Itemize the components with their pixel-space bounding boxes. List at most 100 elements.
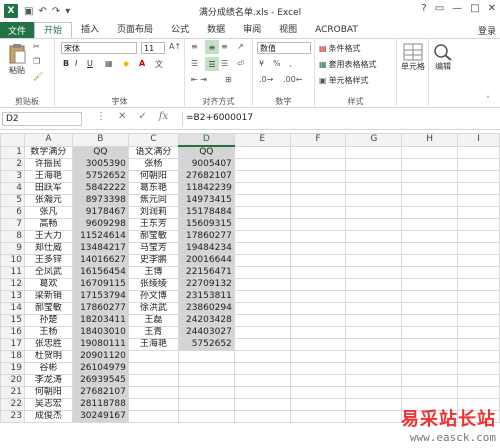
cell[interactable] xyxy=(233,374,291,387)
cell[interactable] xyxy=(289,338,347,351)
cell[interactable]: 20901120 xyxy=(71,350,129,363)
cell[interactable]: 王大力 xyxy=(23,230,73,243)
cell[interactable]: 王青 xyxy=(127,326,179,339)
cell[interactable] xyxy=(127,374,179,387)
copy-icon[interactable]: ❐ xyxy=(33,57,40,66)
cell[interactable]: 27682107 xyxy=(177,170,235,183)
editing-button[interactable]: 编辑 xyxy=(433,43,453,72)
cell[interactable]: 数学满分 xyxy=(23,145,73,159)
cell[interactable]: 张绫绫 xyxy=(127,278,179,291)
collapse-ribbon-icon[interactable]: ˄ xyxy=(486,95,490,104)
cell[interactable]: 5752652 xyxy=(71,170,129,183)
cell[interactable] xyxy=(233,386,291,399)
cell[interactable]: 王多锌 xyxy=(23,254,73,267)
cell[interactable] xyxy=(127,398,179,411)
cell[interactable] xyxy=(127,410,179,423)
column-header-h[interactable]: H xyxy=(401,133,459,147)
cell[interactable] xyxy=(401,278,459,291)
row-header[interactable]: 9 xyxy=(0,242,25,255)
cell[interactable] xyxy=(177,386,235,399)
cell[interactable]: 19080111 xyxy=(71,338,129,351)
cell[interactable] xyxy=(457,338,500,351)
cell[interactable] xyxy=(233,206,291,219)
cell[interactable] xyxy=(457,386,500,399)
cut-icon[interactable]: ✂ xyxy=(33,42,40,51)
cell[interactable] xyxy=(233,326,291,339)
row-header[interactable]: 22 xyxy=(0,398,25,411)
cell[interactable]: 吴志宏 xyxy=(23,398,73,411)
cell[interactable]: 谷彬 xyxy=(23,362,73,375)
font-family-select[interactable]: 宋体 xyxy=(61,42,137,54)
cell[interactable] xyxy=(127,386,179,399)
cell[interactable] xyxy=(345,314,403,327)
cell[interactable] xyxy=(289,386,347,399)
cell[interactable] xyxy=(233,362,291,375)
cell[interactable] xyxy=(457,278,500,291)
cell[interactable]: 葛东艳 xyxy=(127,182,179,195)
cell[interactable] xyxy=(401,314,459,327)
orientation-icon[interactable]: ↗ xyxy=(237,42,244,51)
cell[interactable]: 11842239 xyxy=(177,182,235,195)
cell[interactable] xyxy=(289,350,347,363)
cell[interactable]: 郑仕威 xyxy=(23,242,73,255)
underline-icon[interactable]: U xyxy=(87,59,93,68)
cell[interactable] xyxy=(457,182,500,195)
cell[interactable] xyxy=(345,290,403,303)
cell[interactable]: 张忠胜 xyxy=(23,338,73,351)
cell[interactable] xyxy=(457,254,500,267)
cell[interactable]: 9609298 xyxy=(71,218,129,231)
cell[interactable]: 20016644 xyxy=(177,254,235,267)
row-header[interactable]: 23 xyxy=(0,410,25,423)
cell[interactable]: 张凡 xyxy=(23,206,73,219)
cell[interactable] xyxy=(345,206,403,219)
cell[interactable] xyxy=(289,362,347,375)
enter-icon[interactable]: ✓ xyxy=(138,111,146,122)
cell[interactable]: 李龙涛 xyxy=(23,374,73,387)
tab-acrobat[interactable]: ACROBAT xyxy=(306,22,367,38)
select-all-corner[interactable] xyxy=(0,133,25,147)
column-header-c[interactable]: C xyxy=(127,133,179,147)
cell[interactable] xyxy=(345,145,403,159)
name-box[interactable]: D2 xyxy=(2,112,82,126)
cell[interactable]: 24203428 xyxy=(177,314,235,327)
cell[interactable]: 23153811 xyxy=(177,290,235,303)
row-header[interactable]: 21 xyxy=(0,386,25,399)
cell[interactable] xyxy=(457,314,500,327)
cell[interactable] xyxy=(233,398,291,411)
cell[interactable]: 26939545 xyxy=(71,374,129,387)
cell[interactable] xyxy=(233,242,291,255)
cell[interactable]: 王博 xyxy=(127,266,179,279)
cell[interactable] xyxy=(401,386,459,399)
cell[interactable]: 18403010 xyxy=(71,326,129,339)
cell[interactable] xyxy=(289,266,347,279)
cell[interactable]: 王东芳 xyxy=(127,218,179,231)
cell[interactable] xyxy=(233,170,291,183)
column-header-f[interactable]: F xyxy=(289,133,347,147)
align-bottom-icon[interactable]: ≡ xyxy=(221,42,228,51)
cell[interactable] xyxy=(289,145,347,159)
row-header[interactable]: 12 xyxy=(0,278,25,291)
cell[interactable]: 17153794 xyxy=(71,290,129,303)
cell[interactable] xyxy=(289,302,347,315)
ribbon-display-button[interactable]: ▭ xyxy=(435,3,444,14)
cell[interactable] xyxy=(401,266,459,279)
cell[interactable] xyxy=(457,266,500,279)
cell[interactable]: 梁新销 xyxy=(23,290,73,303)
wrap-text-icon[interactable]: ⏎ xyxy=(237,59,244,68)
cell[interactable] xyxy=(289,218,347,231)
currency-icon[interactable]: ¥ xyxy=(259,59,264,68)
row-header[interactable]: 4 xyxy=(0,182,25,195)
cell[interactable] xyxy=(127,362,179,375)
cell[interactable] xyxy=(289,374,347,387)
cell[interactable] xyxy=(457,326,500,339)
tab-view[interactable]: 视图 xyxy=(270,22,306,38)
cell[interactable] xyxy=(289,410,347,423)
cell[interactable]: 王杨 xyxy=(23,326,73,339)
cell[interactable]: 5842222 xyxy=(71,182,129,195)
cell[interactable]: 王海艳 xyxy=(23,170,73,183)
row-header[interactable]: 19 xyxy=(0,362,25,375)
column-header-g[interactable]: G xyxy=(345,133,403,147)
conditional-formatting-button[interactable]: ▤ 条件格式 xyxy=(319,43,361,54)
cell[interactable]: 郝莹敏 xyxy=(127,230,179,243)
tab-page-layout[interactable]: 页面布局 xyxy=(108,22,162,38)
